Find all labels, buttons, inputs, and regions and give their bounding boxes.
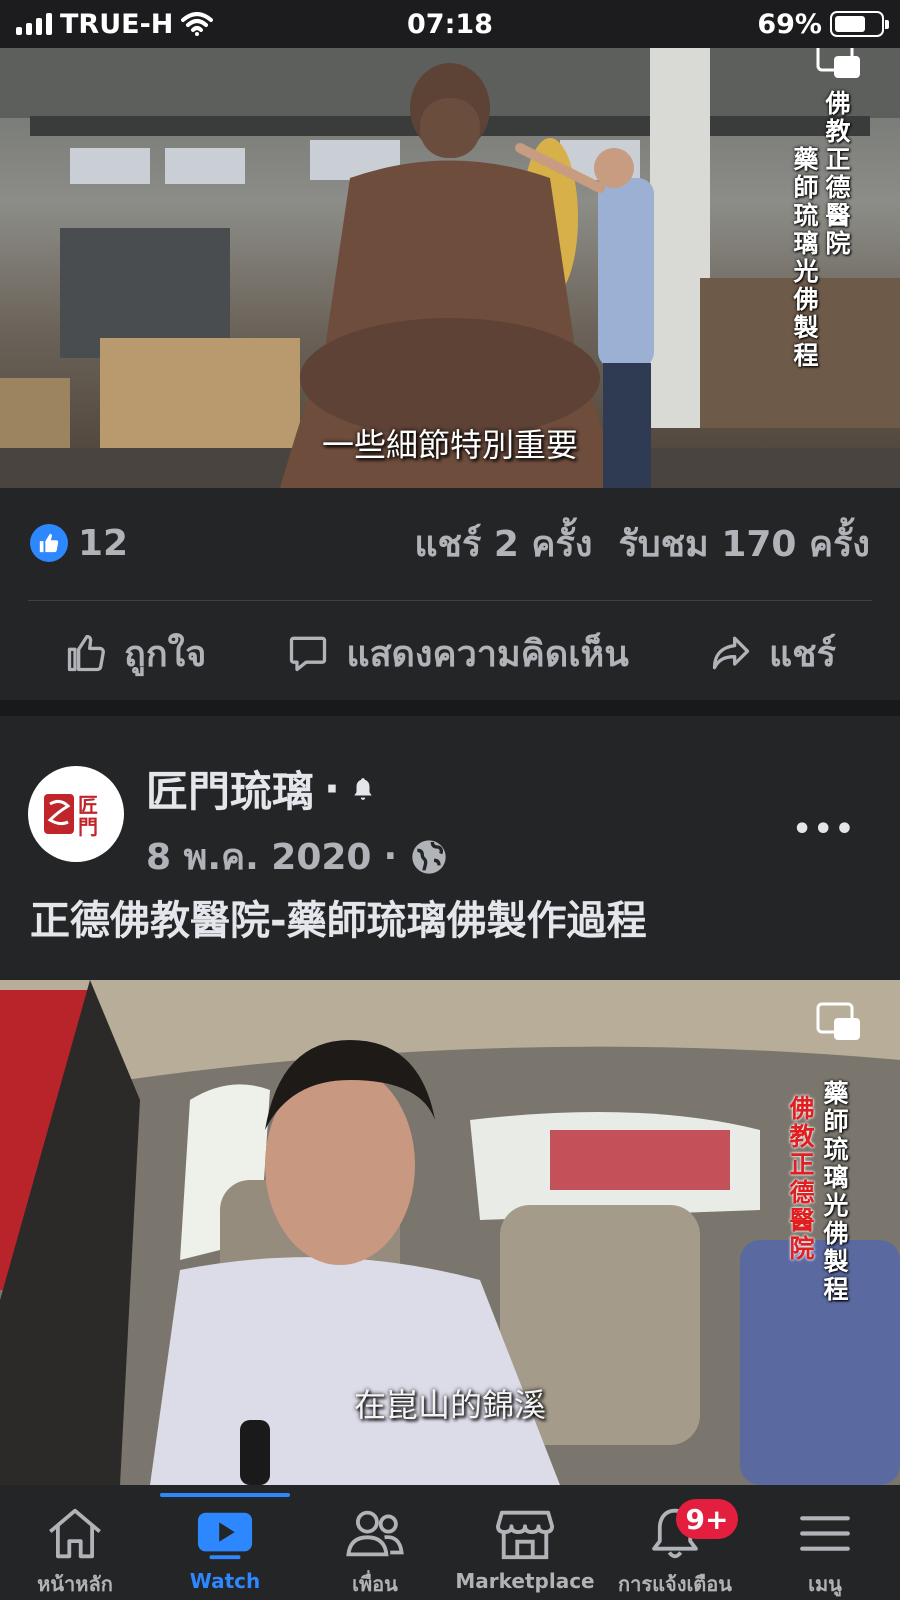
like-button[interactable]: ถูกใจ <box>64 625 206 682</box>
video-subtitle: 在崑山的錦溪 <box>353 1386 546 1424</box>
nav-home[interactable]: หน้าหลัก <box>0 1485 150 1600</box>
picture-in-picture-icon[interactable] <box>816 48 862 82</box>
like-label: ถูกใจ <box>124 633 207 675</box>
nav-marketplace[interactable]: Marketplace <box>450 1485 600 1600</box>
nav-friends-label: เพื่อน <box>352 1572 398 1596</box>
comment-icon <box>290 636 327 672</box>
video-player[interactable]: 佛教正德醫院 藥師琉璃光佛製程 一些細節特別重要 <box>0 48 900 488</box>
nav-notifications-label: การแจ้งเตือน <box>618 1572 732 1596</box>
nav-home-label: หน้าหลัก <box>37 1572 113 1596</box>
video-side-caption: 藥師琉璃光佛製程 <box>820 1080 849 1304</box>
battery-percent: 69% <box>757 8 822 40</box>
video-side-caption: 藥師琉璃光佛製程 <box>790 146 819 370</box>
status-bar: TRUE-H 07:18 69% <box>0 0 900 48</box>
share-icon <box>712 636 750 670</box>
active-tab-indicator <box>160 1493 290 1497</box>
nav-menu[interactable]: เมนู <box>750 1485 900 1600</box>
brand-logo: 匠 門 <box>44 793 98 839</box>
notification-badge: 9+ <box>676 1499 738 1539</box>
separator-dot: · <box>324 764 340 813</box>
like-count[interactable]: 12 <box>78 523 128 564</box>
nav-menu-label: เมนู <box>808 1572 842 1596</box>
thumbs-up-icon <box>67 634 105 672</box>
nav-watch-label: Watch <box>189 1569 261 1593</box>
nav-friends[interactable]: เพื่อน <box>300 1485 450 1600</box>
svg-text:門: 門 <box>78 815 98 839</box>
watch-icon <box>197 1512 253 1560</box>
post-reactions: 12 แชร์ 2 ครั้ง รับชม 170 ครั้ง ถูกใจ แส… <box>0 488 900 700</box>
video-side-caption: 佛教正德醫院 <box>786 1095 815 1263</box>
view-count: รับชม 170 ครั้ง <box>618 523 870 565</box>
battery-icon <box>830 11 889 37</box>
more-options-icon[interactable]: ••• <box>792 812 856 847</box>
bell-icon[interactable] <box>350 775 376 803</box>
marketplace-icon <box>496 1510 554 1560</box>
like-reaction-icon <box>30 524 68 562</box>
share-count[interactable]: แชร์ 2 ครั้ง <box>414 515 592 572</box>
post-card: 匠 門 匠門琉璃 · 8 พ.ค. 2020 · ••• 正德佛教醫院-藥師琉璃… <box>0 716 900 980</box>
svg-text:匠: 匠 <box>78 793 98 817</box>
menu-icon <box>800 1516 850 1551</box>
feed-separator <box>0 700 900 716</box>
share-button[interactable]: แชร์ <box>709 625 836 682</box>
share-label: แชร์ <box>768 633 836 675</box>
globe-icon <box>412 839 446 874</box>
picture-in-picture-icon[interactable] <box>816 1002 862 1044</box>
separator-dot: · <box>383 836 398 877</box>
friends-icon <box>346 1510 404 1557</box>
post-title: 正德佛教醫院-藥師琉璃佛製作過程 <box>30 898 647 944</box>
nav-notifications[interactable]: 9+ การแจ้งเตือน <box>600 1485 750 1600</box>
bottom-navigation: หน้าหลัก Watch เพื่อน Marketplace 9+ การ… <box>0 1485 900 1600</box>
carrier-name: TRUE-H <box>60 8 174 40</box>
nav-watch[interactable]: Watch <box>150 1485 300 1600</box>
divider <box>28 600 872 601</box>
comment-button[interactable]: แสดงความคิดเห็น <box>286 625 629 682</box>
nav-marketplace-label: Marketplace <box>455 1569 595 1593</box>
page-name[interactable]: 匠門琉璃 <box>146 758 314 819</box>
video-player[interactable]: 藥師琉璃光佛製程 佛教正德醫院 在崑山的錦溪 <box>0 980 900 1485</box>
video-subtitle: 一些細節特別重要 <box>321 426 578 464</box>
post-date[interactable]: 8 พ.ค. 2020 <box>146 828 371 885</box>
page-avatar[interactable]: 匠 門 <box>28 766 124 862</box>
comment-label: แสดงความคิดเห็น <box>346 633 629 675</box>
video-side-caption: 佛教正德醫院 <box>822 90 851 258</box>
home-icon <box>49 1508 101 1559</box>
wifi-icon <box>181 12 214 36</box>
signal-icon <box>16 13 52 35</box>
